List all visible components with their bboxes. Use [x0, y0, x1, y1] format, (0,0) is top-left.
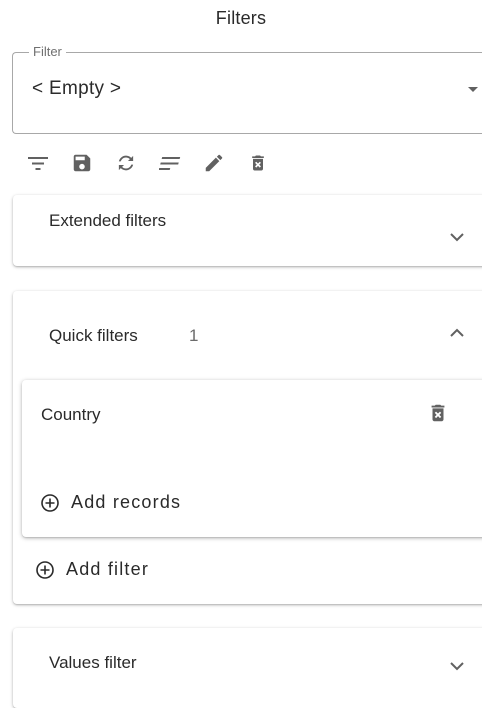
- edit-button[interactable]: [194, 146, 234, 180]
- filter-select-value: < Empty >: [32, 78, 122, 99]
- quick-filters-count: 1: [189, 326, 199, 345]
- filter-toolbar: [18, 146, 282, 180]
- quick-filter-item-label: Country: [41, 405, 101, 424]
- extended-filters-label: Extended filters: [49, 211, 167, 230]
- values-filter-label: Values filter: [49, 653, 137, 672]
- add-filter-button[interactable]: Add filter: [35, 559, 149, 580]
- quick-filters-panel: Quick filters 1 Country Add records Add …: [13, 291, 482, 604]
- edit-icon: [205, 154, 223, 172]
- save-icon: [73, 154, 91, 172]
- panel-title: Filters: [215, 8, 267, 28]
- quick-filter-item: Country Add records: [22, 380, 482, 537]
- delete-button[interactable]: [238, 146, 278, 180]
- chevron-up-icon[interactable]: [449, 327, 465, 339]
- add-filter-label: Add filter: [66, 559, 150, 579]
- delete-icon[interactable]: [427, 401, 449, 425]
- filter-select-label: Filter: [29, 44, 66, 60]
- refresh-icon: [118, 155, 134, 171]
- refresh-button[interactable]: [106, 146, 146, 180]
- chevron-down-icon[interactable]: [449, 660, 465, 672]
- add-circle-icon: [36, 560, 54, 579]
- dropdown-arrow-icon[interactable]: [468, 87, 478, 92]
- add-circle-icon: [41, 493, 59, 512]
- add-records-button[interactable]: Add records: [40, 492, 181, 513]
- extended-filters-panel[interactable]: Extended filters: [13, 195, 482, 266]
- quick-filters-label[interactable]: Quick filters: [49, 325, 138, 347]
- format-align-icon: [159, 157, 181, 170]
- chevron-down-icon[interactable]: [449, 231, 465, 243]
- filter-list-button[interactable]: [18, 146, 58, 180]
- format-align-button[interactable]: [150, 146, 190, 180]
- save-button[interactable]: [62, 146, 102, 180]
- filter-select[interactable]: Filter < Empty >: [12, 44, 482, 134]
- delete-icon: [252, 155, 264, 171]
- add-records-label: Add records: [71, 492, 182, 512]
- filter-list-icon: [28, 157, 48, 170]
- values-filter-panel[interactable]: Values filter: [13, 628, 482, 708]
